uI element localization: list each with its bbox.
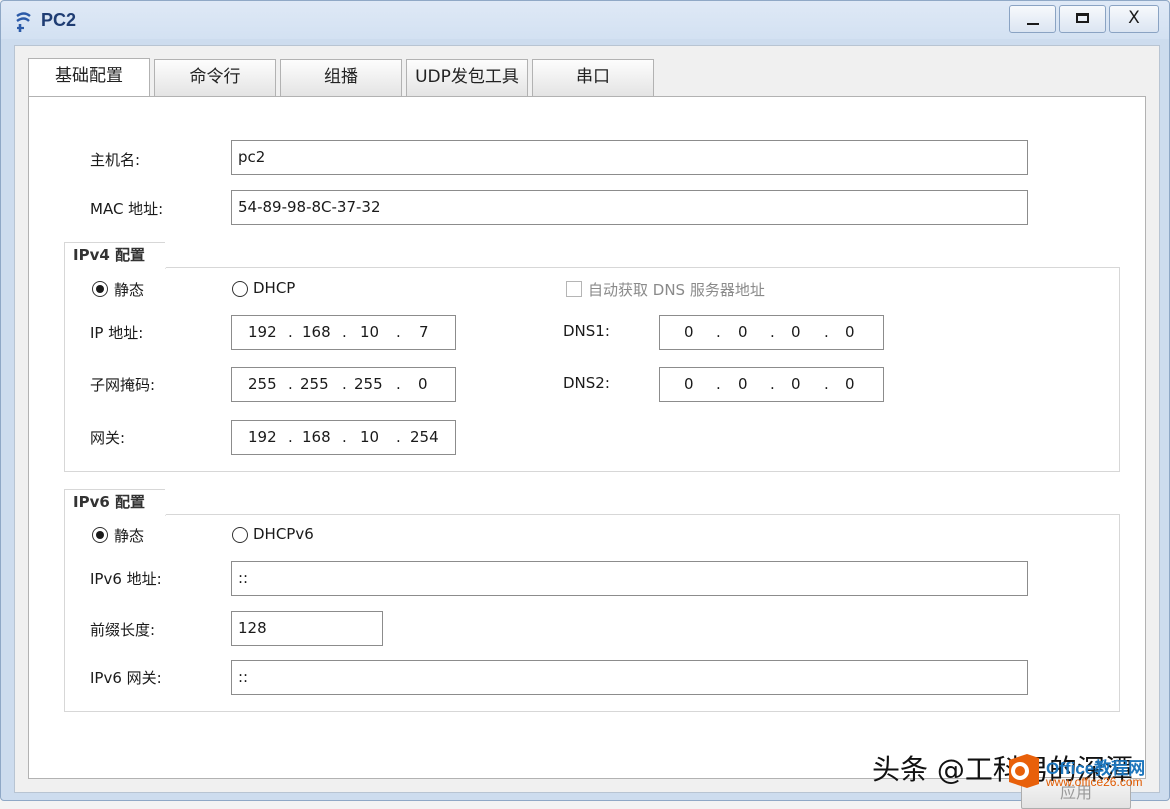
ip-address-input[interactable]: 192 . 168 . 10 . 7 bbox=[231, 315, 456, 350]
tab-serial-port[interactable]: 串口 bbox=[532, 59, 654, 96]
ip-dot: . bbox=[716, 323, 721, 341]
ipv4-group-title-text: IPv4 配置 bbox=[73, 246, 146, 264]
auto-dns-checkbox[interactable] bbox=[566, 281, 582, 297]
ip-dot: . bbox=[288, 428, 293, 446]
ip-dot: . bbox=[288, 375, 293, 393]
gateway-octet-3: 10 bbox=[360, 428, 380, 446]
office-site-url: www.office26.com bbox=[1046, 775, 1143, 789]
prefix-length-input[interactable]: 128 bbox=[231, 611, 383, 646]
close-icon: X bbox=[1128, 8, 1140, 28]
gateway-label: 网关: bbox=[90, 429, 126, 447]
ip-octet-1: 192 bbox=[248, 323, 277, 341]
tab-basic-config[interactable]: 基础配置 bbox=[28, 58, 150, 97]
office-logo-icon bbox=[1009, 754, 1039, 788]
hostname-label: 主机名: bbox=[90, 151, 141, 169]
ipv4-static-radio[interactable] bbox=[92, 281, 108, 297]
ipv6-address-input[interactable]: :: bbox=[231, 561, 1028, 596]
ip-dot: . bbox=[342, 375, 347, 393]
window-title: PC2 bbox=[41, 10, 77, 30]
close-button[interactable]: X bbox=[1109, 5, 1159, 33]
dns1-octet-3: 0 bbox=[791, 323, 801, 341]
ip-dot: . bbox=[396, 375, 401, 393]
dns2-octet-1: 0 bbox=[684, 375, 694, 393]
dns2-octet-2: 0 bbox=[738, 375, 748, 393]
ip-octet-4: 7 bbox=[419, 323, 429, 341]
mask-octet-3: 255 bbox=[354, 375, 383, 393]
ip-dot: . bbox=[342, 323, 347, 341]
tab-udp-tool[interactable]: UDP发包工具 bbox=[406, 59, 528, 96]
auto-dns-label: 自动获取 DNS 服务器地址 bbox=[588, 281, 765, 299]
ip-dot: . bbox=[342, 428, 347, 446]
ip-dot: . bbox=[396, 323, 401, 341]
mask-octet-4: 0 bbox=[418, 375, 428, 393]
ipv6-dhcp-radio[interactable] bbox=[232, 527, 248, 543]
ipv6-group-title-text: IPv6 配置 bbox=[73, 493, 146, 511]
maximize-icon bbox=[1076, 13, 1089, 23]
group-tab-corner bbox=[165, 242, 181, 269]
ip-dot: . bbox=[288, 323, 293, 341]
gateway-input[interactable]: 192 . 168 . 10 . 254 bbox=[231, 420, 456, 455]
ipv6-gateway-label: IPv6 网关: bbox=[90, 669, 162, 687]
dns2-label: DNS2: bbox=[563, 374, 610, 392]
ip-dot: . bbox=[770, 375, 775, 393]
dns1-octet-1: 0 bbox=[684, 323, 694, 341]
ipv4-dhcp-label: DHCP bbox=[253, 279, 296, 297]
ip-dot: . bbox=[824, 323, 829, 341]
gateway-octet-2: 168 bbox=[302, 428, 331, 446]
tab-command-line[interactable]: 命令行 bbox=[154, 59, 276, 96]
ip-dot: . bbox=[396, 428, 401, 446]
basic-config-panel: 主机名: pc2 MAC 地址: 54-89-98-8C-37-32 IPv4 … bbox=[28, 96, 1146, 809]
prefix-length-label: 前缀长度: bbox=[90, 621, 156, 639]
maximize-button[interactable] bbox=[1059, 5, 1106, 33]
dns1-label: DNS1: bbox=[563, 322, 610, 340]
mask-octet-2: 255 bbox=[300, 375, 329, 393]
dns1-octet-4: 0 bbox=[845, 323, 855, 341]
dns2-input[interactable]: 0 . 0 . 0 . 0 bbox=[659, 367, 884, 402]
mac-label: MAC 地址: bbox=[90, 200, 164, 218]
ip-address-label: IP 地址: bbox=[90, 324, 144, 342]
ipv4-dhcp-radio[interactable] bbox=[232, 281, 248, 297]
ipv6-address-label: IPv6 地址: bbox=[90, 570, 162, 588]
ip-dot: . bbox=[770, 323, 775, 341]
dns2-octet-4: 0 bbox=[845, 375, 855, 393]
dns2-octet-3: 0 bbox=[791, 375, 801, 393]
mask-octet-1: 255 bbox=[248, 375, 277, 393]
minimize-icon bbox=[1027, 23, 1039, 25]
client-area: 基础配置 命令行 组播 UDP发包工具 串口 主机名: pc2 MAC 地址: … bbox=[14, 45, 1160, 809]
title-bar[interactable]: PC2 X bbox=[1, 1, 1169, 41]
ip-dot: . bbox=[716, 375, 721, 393]
gateway-octet-4: 254 bbox=[410, 428, 439, 446]
ipv6-dhcp-label: DHCPv6 bbox=[253, 525, 314, 543]
ipv6-group-title: IPv6 配置 bbox=[64, 489, 181, 516]
dns1-octet-2: 0 bbox=[738, 323, 748, 341]
mac-address-input[interactable]: 54-89-98-8C-37-32 bbox=[231, 190, 1028, 225]
ipv6-gateway-input[interactable]: :: bbox=[231, 660, 1028, 695]
ip-octet-3: 10 bbox=[360, 323, 380, 341]
group-tab-corner bbox=[165, 489, 181, 516]
ipv4-static-label: 静态 bbox=[114, 281, 145, 299]
ipv6-static-label: 静态 bbox=[114, 527, 145, 545]
hostname-input[interactable]: pc2 bbox=[231, 140, 1028, 175]
subnet-mask-label: 子网掩码: bbox=[90, 376, 156, 394]
pc2-window: PC2 X 基础配置 命令行 组播 UDP发包工具 串口 主机名: pc2 MA… bbox=[0, 0, 1170, 809]
ipv6-static-radio[interactable] bbox=[92, 527, 108, 543]
ip-octet-2: 168 bbox=[302, 323, 331, 341]
app-icon bbox=[16, 12, 31, 32]
ip-dot: . bbox=[824, 375, 829, 393]
minimize-button[interactable] bbox=[1009, 5, 1056, 33]
dns1-input[interactable]: 0 . 0 . 0 . 0 bbox=[659, 315, 884, 350]
subnet-mask-input[interactable]: 255 . 255 . 255 . 0 bbox=[231, 367, 456, 402]
tab-multicast[interactable]: 组播 bbox=[280, 59, 402, 96]
ipv4-group-title: IPv4 配置 bbox=[64, 242, 181, 269]
gateway-octet-1: 192 bbox=[248, 428, 277, 446]
